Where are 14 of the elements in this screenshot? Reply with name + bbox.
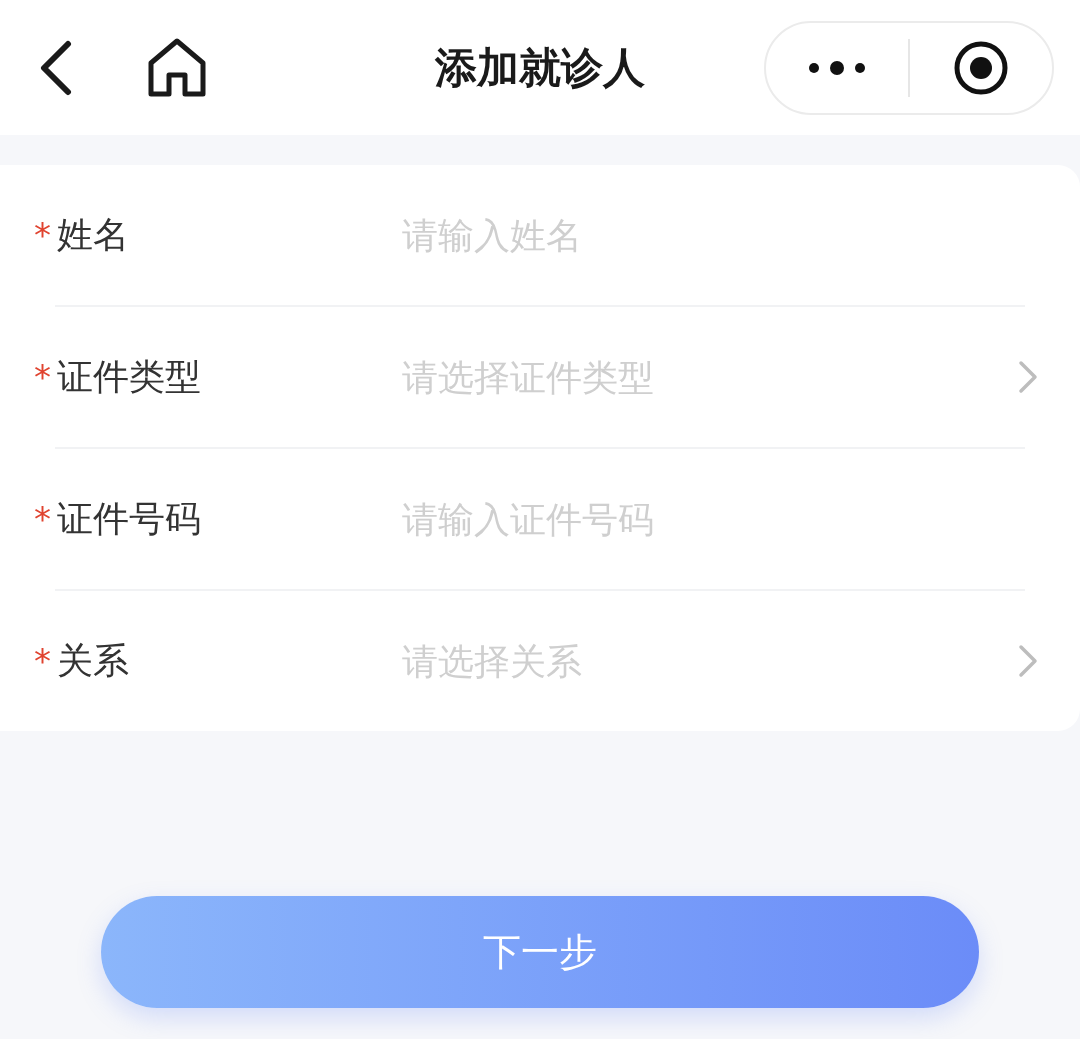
field-label: 姓名 — [57, 212, 129, 257]
home-icon[interactable] — [146, 36, 208, 99]
required-mark: * — [34, 215, 51, 255]
next-button[interactable]: 下一步 — [101, 896, 979, 1008]
required-mark: * — [34, 499, 51, 539]
page-title: 添加就诊人 — [435, 41, 645, 94]
chevron-right-icon — [1018, 644, 1038, 678]
field-label: 证件类型 — [57, 354, 201, 399]
required-mark: * — [34, 357, 51, 397]
chevron-right-icon — [1018, 360, 1038, 394]
field-label: 关系 — [57, 638, 129, 683]
back-icon[interactable] — [38, 39, 72, 96]
field-label: 证件号码 — [57, 496, 201, 541]
required-mark: * — [34, 641, 51, 681]
